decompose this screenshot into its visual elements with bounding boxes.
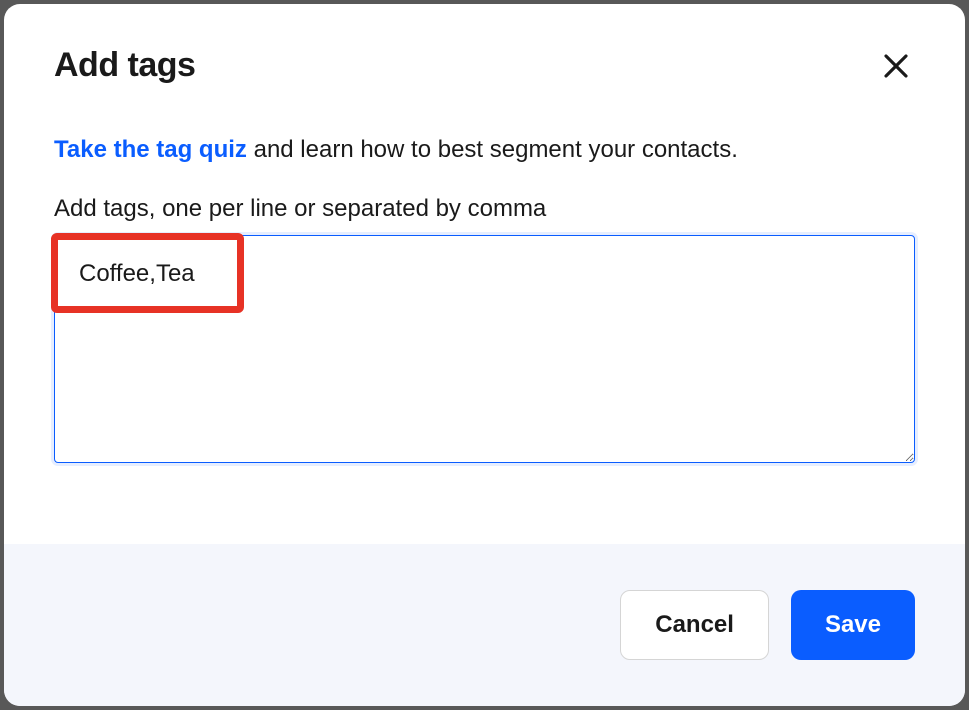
modal-header: Add tags (54, 46, 915, 85)
helper-text: Take the tag quiz and learn how to best … (54, 133, 915, 167)
modal-title: Add tags (54, 46, 195, 85)
modal-footer: Cancel Save (4, 544, 965, 706)
close-button[interactable] (877, 47, 915, 85)
helper-suffix: and learn how to best segment your conta… (247, 136, 738, 163)
tag-quiz-link[interactable]: Take the tag quiz (54, 136, 247, 163)
textarea-wrapper (54, 235, 915, 468)
modal-body: Add tags Take the tag quiz and learn how… (4, 4, 965, 544)
cancel-button[interactable]: Cancel (620, 590, 769, 660)
tags-textarea[interactable] (54, 235, 915, 463)
add-tags-modal: Add tags Take the tag quiz and learn how… (4, 4, 965, 706)
close-icon (881, 51, 911, 81)
field-label: Add tags, one per line or separated by c… (54, 195, 915, 223)
save-button[interactable]: Save (791, 590, 915, 660)
